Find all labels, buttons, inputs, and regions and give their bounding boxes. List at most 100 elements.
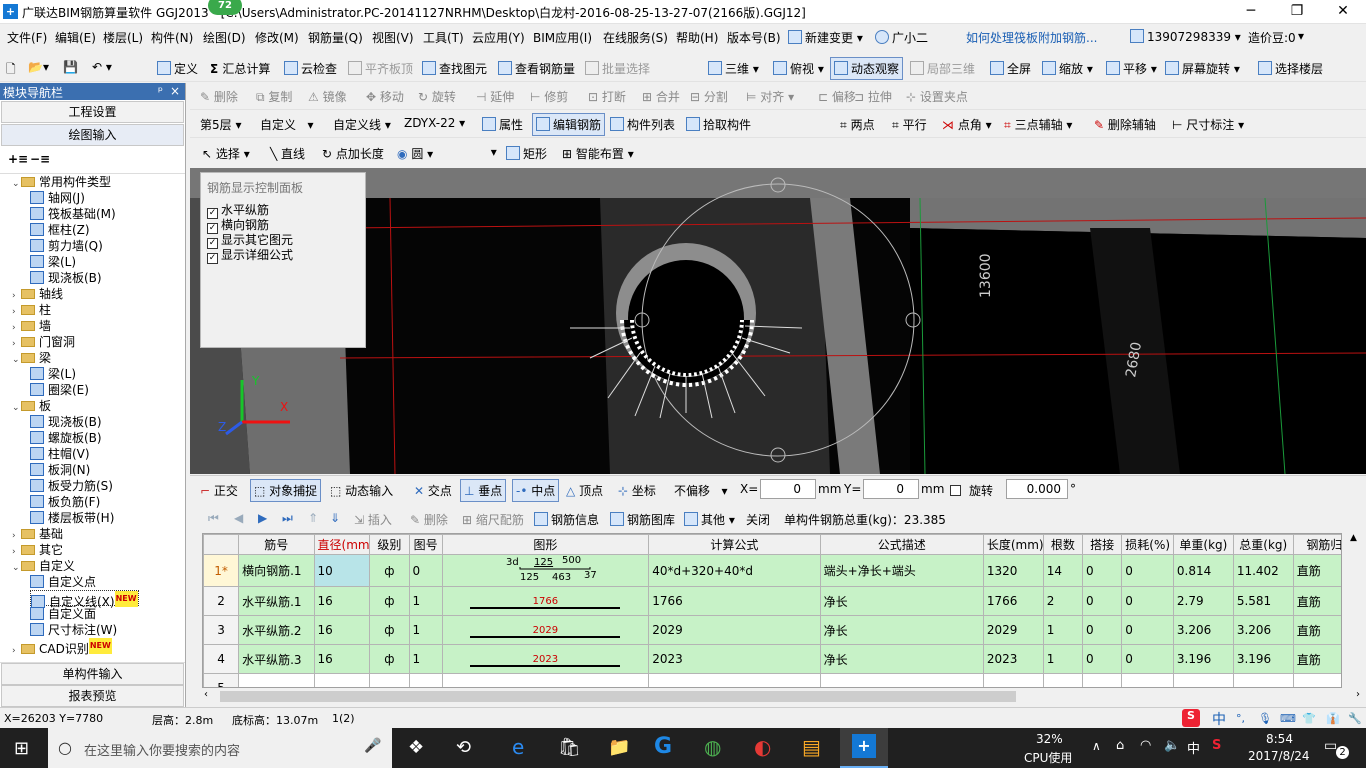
- ime-punct-icon[interactable]: °,: [1236, 712, 1245, 725]
- menu-online[interactable]: 在线服务(S): [603, 29, 668, 46]
- table-row[interactable]: 4 水平纵筋.3 16 ф 1 2023 2023 净长 2023 1 0 0 …: [203, 644, 1341, 674]
- circle-tool-button[interactable]: ◉ 圆 ▾: [397, 145, 433, 162]
- tree-folder[interactable]: › 门窗洞: [12, 334, 75, 350]
- midpoint-snap[interactable]: -• 中点: [512, 479, 560, 502]
- maximize-button[interactable]: ❐: [1274, 0, 1320, 24]
- point-length-button[interactable]: ↻ 点加长度: [322, 145, 384, 162]
- cell-unit-weight[interactable]: 3.196: [1172, 644, 1234, 674]
- cell-name[interactable]: 横向钢筋.1: [238, 554, 315, 587]
- scroll-thumb[interactable]: [220, 691, 1016, 702]
- collapse-icon[interactable]: ⌄: [12, 176, 21, 192]
- tree-item[interactable]: 自定义点: [30, 574, 96, 590]
- table-row[interactable]: 2 水平纵筋.1 16 ф 1 1766 1766 净长 1766 2 0 0 …: [203, 586, 1341, 616]
- cell-empty[interactable]: [441, 673, 650, 687]
- cell-total-weight[interactable]: 3.206: [1232, 615, 1294, 645]
- cell-formula[interactable]: 40*d+320+40*d: [648, 554, 821, 587]
- menu-cloud[interactable]: 云应用(Y): [472, 29, 525, 46]
- scroll-left-icon[interactable]: ‹: [204, 689, 208, 700]
- rect-tool-button[interactable]: 矩形: [506, 145, 547, 162]
- tree-item[interactable]: 柱帽(V): [30, 446, 90, 462]
- cell-unit-weight[interactable]: 3.206: [1172, 615, 1234, 645]
- new-file-icon[interactable]: 🗋: [6, 60, 16, 81]
- coordinate-snap[interactable]: ⊹ 坐标: [618, 482, 656, 499]
- checkbox-transverse-rebar[interactable]: ✓: [207, 223, 218, 234]
- dynamic-input-toggle[interactable]: ⬚ 动态输入: [330, 482, 393, 499]
- table-row[interactable]: 3 水平纵筋.2 16 ф 1 2029 2029 净长 2029 1 0 0 …: [203, 615, 1341, 645]
- pin-icon[interactable]: ᵖ: [158, 84, 163, 98]
- cloud-check-button[interactable]: 云检查: [284, 60, 337, 77]
- parallel-axis-button[interactable]: ⌗ 平行: [892, 116, 927, 133]
- dimension-button[interactable]: ⊢ 尺寸标注 ▾: [1172, 116, 1244, 133]
- cell-total-weight[interactable]: 3.196: [1232, 644, 1294, 674]
- tab-single-element-input[interactable]: 单构件输入: [1, 663, 184, 685]
- tree-item[interactable]: 轴网(J): [30, 190, 85, 206]
- row-number[interactable]: 1*: [203, 554, 240, 587]
- windows-start-icon[interactable]: ⊞: [14, 738, 29, 759]
- fullscreen-button[interactable]: 全屏: [990, 60, 1031, 77]
- menu-assistant[interactable]: 广小二: [875, 29, 928, 46]
- cell-empty[interactable]: [1121, 673, 1174, 687]
- cell-grade[interactable]: ф: [369, 644, 410, 674]
- tree-item[interactable]: 剪力墙(Q): [30, 238, 103, 254]
- tree-folder[interactable]: ⌄ 梁: [12, 350, 51, 366]
- cell-formula-desc[interactable]: 净长: [819, 586, 984, 616]
- tree-item[interactable]: 尺寸标注(W): [30, 622, 117, 638]
- define-button[interactable]: 定义: [157, 60, 198, 77]
- object-snap-toggle[interactable]: ⬚ 对象捕捉: [250, 479, 322, 502]
- cell-loss[interactable]: 0: [1121, 586, 1174, 616]
- header-name[interactable]: 筋号: [238, 534, 315, 555]
- break-button[interactable]: ⊡ 打断: [588, 88, 626, 105]
- sogou-ime-icon[interactable]: S: [1182, 709, 1200, 727]
- cell-lap[interactable]: 0: [1082, 615, 1123, 645]
- app-swirl-icon[interactable]: ⟲: [456, 737, 471, 758]
- volume-icon[interactable]: 🔈: [1164, 738, 1180, 753]
- merge-button[interactable]: ⊞ 合并: [642, 88, 680, 105]
- menu-tools[interactable]: 工具(T): [423, 29, 464, 46]
- header-unit-weight[interactable]: 单重(kg): [1172, 534, 1234, 555]
- cell-count[interactable]: 1: [1042, 615, 1084, 645]
- grid-horizontal-scrollbar[interactable]: ‹ ›: [202, 688, 1362, 705]
- ime-tools-icon[interactable]: 👔: [1326, 712, 1340, 725]
- y-input[interactable]: 0: [863, 479, 919, 499]
- tree-folder[interactable]: › CAD识别NEW: [12, 638, 112, 656]
- table-row[interactable]: 1* 横向钢筋.1 10 ф 0 3d 125 500 125 463 37 4…: [203, 554, 1341, 587]
- taskbar-search[interactable]: ○ 在这里输入你要搜索的内容 🎤: [48, 728, 392, 768]
- header-category[interactable]: 钢筋归类: [1292, 534, 1341, 555]
- cell-lap[interactable]: 0: [1082, 586, 1123, 616]
- collapse-icon[interactable]: ⌄: [12, 400, 21, 416]
- cell-count[interactable]: 1: [1042, 644, 1084, 674]
- tree-item[interactable]: 筏板基础(M): [30, 206, 116, 222]
- network-icon[interactable]: ⌂: [1116, 738, 1124, 753]
- stretch-button[interactable]: ⊐ 拉伸: [854, 88, 892, 105]
- price-beans-dropdown[interactable]: ▾: [1298, 29, 1304, 43]
- cell-empty[interactable]: [648, 673, 821, 687]
- cell-name[interactable]: 水平纵筋.3: [238, 644, 315, 674]
- rebar-info-button[interactable]: 钢筋信息: [534, 511, 599, 528]
- cell-fig-no[interactable]: 0: [408, 554, 443, 587]
- rebar-library-button[interactable]: 钢筋图库: [610, 511, 675, 528]
- tree-item[interactable]: 梁(L): [30, 254, 76, 270]
- properties-button[interactable]: 属性: [482, 116, 523, 133]
- tab-project-settings[interactable]: 工程设置: [1, 101, 184, 123]
- rotate-checkbox[interactable]: 旋转: [950, 482, 993, 499]
- cell-total-weight[interactable]: 5.581: [1232, 586, 1294, 616]
- menu-view[interactable]: 视图(V): [372, 29, 414, 46]
- cell-empty[interactable]: [982, 673, 1044, 687]
- scroll-right-icon[interactable]: ›: [1356, 689, 1360, 700]
- rotate-button[interactable]: ↻ 旋转: [418, 88, 456, 105]
- cell-empty[interactable]: [1232, 673, 1294, 687]
- extend-button[interactable]: ⊣ 延伸: [476, 88, 514, 105]
- top-view-button[interactable]: 俯视 ▾: [773, 60, 824, 77]
- cell-length[interactable]: 2029: [982, 615, 1044, 645]
- cell-category[interactable]: 直筋: [1292, 644, 1341, 674]
- header-grade[interactable]: 级别: [369, 534, 410, 555]
- menu-file[interactable]: 文件(F): [7, 29, 47, 46]
- next-record-icon[interactable]: ▶: [258, 511, 267, 525]
- tray-chevron-icon[interactable]: ∧: [1092, 739, 1101, 753]
- option-show-other[interactable]: ✓ 显示其它图元: [201, 234, 365, 249]
- cell-empty[interactable]: [408, 673, 443, 687]
- cell-empty[interactable]: [1082, 673, 1123, 687]
- undo-icon[interactable]: ↶ ▾: [92, 60, 112, 74]
- ime-lang[interactable]: 中: [1212, 709, 1226, 729]
- cell-empty[interactable]: [819, 673, 984, 687]
